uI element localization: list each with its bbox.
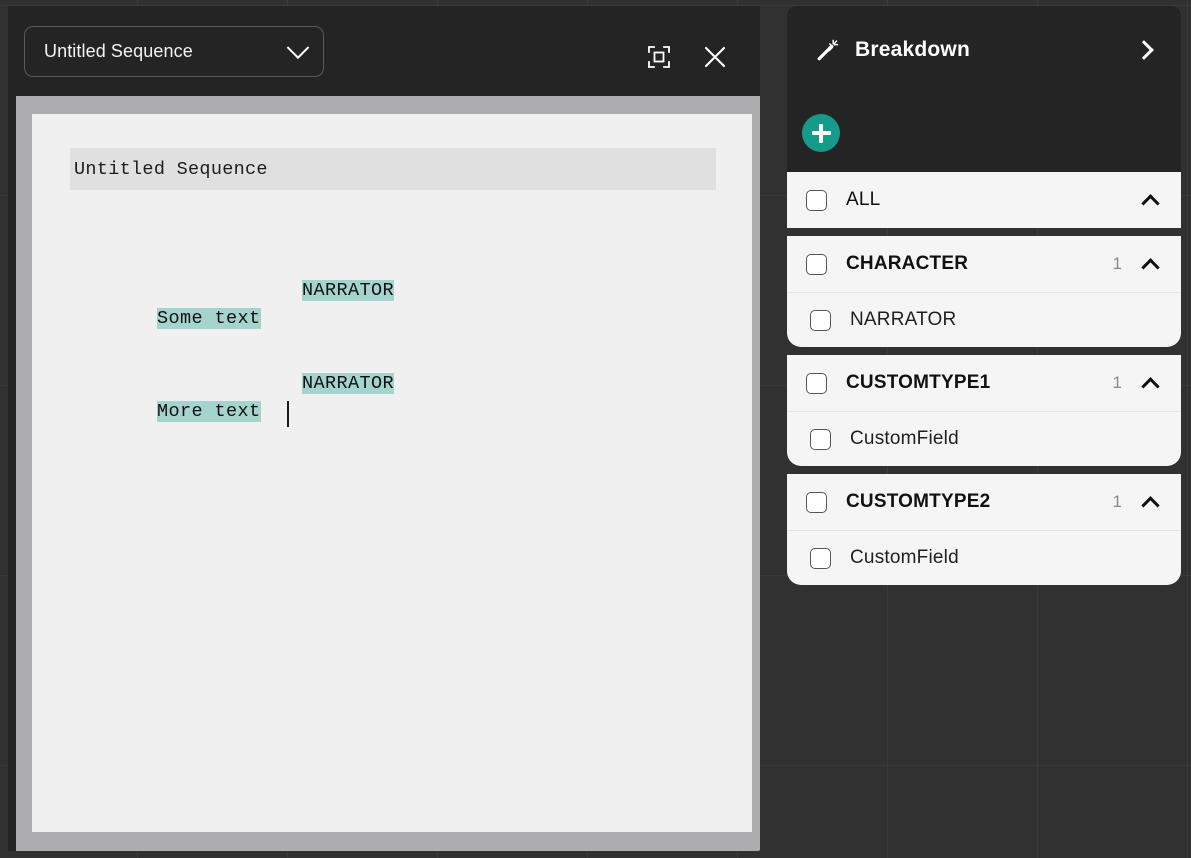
chevron-up-icon[interactable]	[1141, 193, 1160, 213]
script-line-character[interactable]: NARRATOR	[302, 373, 395, 394]
group-label: CUSTOMTYPE2	[846, 491, 991, 512]
group-count: 1	[1112, 492, 1122, 511]
script-line-dialogue[interactable]: More text	[157, 401, 261, 422]
chevron-up-icon[interactable]	[1141, 376, 1160, 396]
sequence-selector-label: Untitled Sequence	[44, 41, 193, 61]
group-count: 1	[1112, 254, 1122, 273]
breakdown-actions-bar	[787, 94, 1181, 172]
breakdown-header[interactable]: Breakdown	[787, 6, 1181, 94]
group-label: CHARACTER	[846, 253, 969, 274]
breakdown-panel: Breakdown ALL CHARACTER 1 NARRATOR CUSTO…	[787, 6, 1181, 593]
script-title-field[interactable]: Untitled Sequence	[70, 148, 716, 190]
script-page-frame: Untitled Sequence NARRATOR Some text NAR…	[16, 96, 760, 851]
group-checkbox-all[interactable]	[806, 189, 827, 211]
breakdown-group-header[interactable]: CUSTOMTYPE2 1	[787, 474, 1181, 530]
sequence-selector-dropdown[interactable]: Untitled Sequence	[24, 26, 324, 77]
chevron-up-icon[interactable]	[1141, 257, 1160, 277]
magic-wand-icon	[816, 38, 840, 62]
add-breakdown-item-button[interactable]	[802, 114, 840, 152]
breakdown-group-header[interactable]: ALL	[787, 172, 1181, 228]
item-label: NARRATOR	[850, 309, 957, 330]
sequence-editor-window: Untitled Sequence Untitled Sequence NARR…	[8, 6, 760, 851]
item-checkbox[interactable]	[810, 309, 831, 331]
item-label: CustomField	[850, 547, 959, 568]
script-line-character[interactable]: NARRATOR	[302, 280, 395, 301]
script-page[interactable]: Untitled Sequence NARRATOR Some text NAR…	[32, 114, 752, 832]
plus-icon	[811, 123, 831, 143]
item-checkbox[interactable]	[810, 428, 831, 450]
group-count: 1	[1112, 373, 1122, 392]
breakdown-list-item[interactable]: CustomField	[787, 530, 1181, 585]
close-x-icon[interactable]	[698, 40, 732, 74]
breakdown-group-header[interactable]: CHARACTER 1	[787, 236, 1181, 292]
breakdown-group-character: CHARACTER 1 NARRATOR	[787, 236, 1181, 347]
breakdown-group-customtype2: CUSTOMTYPE2 1 CustomField	[787, 474, 1181, 585]
group-label: ALL	[846, 189, 881, 210]
editor-toolbar: Untitled Sequence	[8, 6, 760, 96]
breakdown-title: Breakdown	[855, 38, 970, 61]
item-label: CustomField	[850, 428, 959, 449]
breakdown-group-customtype1: CUSTOMTYPE1 1 CustomField	[787, 355, 1181, 466]
chevron-up-icon[interactable]	[1141, 495, 1160, 515]
item-checkbox[interactable]	[810, 547, 831, 569]
chevron-down-icon	[286, 35, 310, 59]
text-cursor	[287, 401, 289, 427]
breakdown-list-item[interactable]: NARRATOR	[787, 292, 1181, 347]
breakdown-group-header[interactable]: CUSTOMTYPE1 1	[787, 355, 1181, 411]
group-checkbox-customtype2[interactable]	[806, 491, 827, 513]
chevron-right-icon[interactable]	[1134, 40, 1154, 60]
breakdown-group-all: ALL	[787, 172, 1181, 228]
group-checkbox-character[interactable]	[806, 253, 827, 275]
group-label: CUSTOMTYPE1	[846, 372, 991, 393]
group-checkbox-customtype1[interactable]	[806, 372, 827, 394]
script-line-dialogue[interactable]: Some text	[157, 308, 261, 329]
fullscreen-expand-icon[interactable]	[642, 40, 676, 74]
breakdown-list-item[interactable]: CustomField	[787, 411, 1181, 466]
